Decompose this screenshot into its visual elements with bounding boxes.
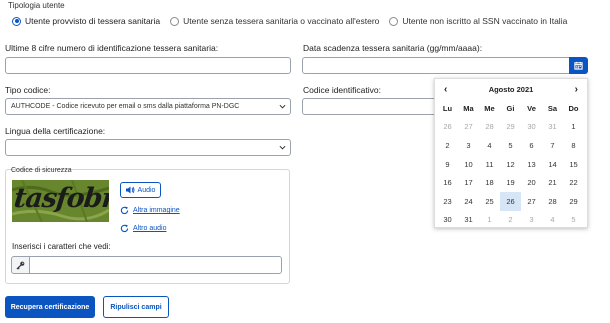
codice-identificativo-input[interactable]	[302, 98, 437, 115]
calendar-day[interactable]: 16	[437, 173, 458, 192]
calendar-icon	[574, 61, 583, 70]
weekday-header: Ma	[463, 103, 474, 113]
calendar-day[interactable]: 14	[542, 155, 563, 174]
calendar-day[interactable]: 18	[479, 173, 500, 192]
refresh-icon	[120, 224, 129, 233]
tipologia-radio-group: Utente provvisto di tessera sanitaria Ut…	[12, 15, 577, 27]
chevron-down-icon	[279, 104, 286, 109]
calendar-day[interactable]: 26	[437, 118, 458, 137]
calendar-day[interactable]: 28	[542, 192, 563, 211]
calendar-day[interactable]: 3	[458, 136, 479, 155]
weekday-header: Do	[568, 103, 579, 113]
tipo-codice-label: Tipo codice:	[5, 85, 51, 95]
prev-month-icon[interactable]: ‹	[444, 84, 447, 95]
calendar-day[interactable]: 2	[500, 211, 521, 230]
codice-identificativo-label: Codice identificativo:	[303, 85, 381, 95]
scadenza-label: Data scadenza tessera sanitaria (gg/mm/a…	[303, 43, 483, 53]
ultime8-input[interactable]	[5, 57, 291, 74]
key-icon	[16, 261, 25, 270]
calendar-day[interactable]: 19	[500, 173, 521, 192]
weekday-header: Sa	[547, 103, 558, 113]
weekday-header: Ve	[527, 103, 536, 113]
calendar-day[interactable]: 29	[500, 118, 521, 137]
captcha-input[interactable]	[29, 256, 282, 274]
calendar-day[interactable]: 5	[563, 211, 584, 230]
captcha-title: Codice di sicurezza	[11, 167, 72, 174]
weekday-header: Gi	[506, 103, 515, 113]
calendar-day[interactable]: 28	[479, 118, 500, 137]
radio-dot[interactable]	[170, 16, 180, 26]
calendar-day[interactable]: 2	[437, 136, 458, 155]
altra-immagine-link[interactable]: Altra immagine	[120, 206, 180, 215]
radio-label: Utente senza tessera sanitaria o vaccina…	[183, 16, 380, 26]
captcha-input-label: Inserisci i caratteri che vedi:	[12, 242, 111, 251]
tipologia-legend: Tipologia utente	[8, 1, 65, 10]
captcha-image: tasfobra	[12, 180, 109, 222]
audio-button[interactable]: Audio	[120, 182, 161, 198]
calendar-day[interactable]: 17	[458, 173, 479, 192]
ripulisci-campi-button[interactable]: Ripulisci campi	[103, 296, 169, 318]
calendar-day[interactable]: 27	[521, 192, 542, 211]
calendar-day[interactable]: 1	[563, 118, 584, 137]
radio-utente-tessera[interactable]: Utente provvisto di tessera sanitaria	[12, 16, 160, 26]
datepicker-header: ‹ Agosto 2021 ›	[435, 79, 587, 99]
calendar-day[interactable]: 31	[458, 211, 479, 230]
calendar-day[interactable]: 9	[437, 155, 458, 174]
radio-label: Utente non iscritto al SSN vaccinato in …	[402, 16, 568, 26]
tipo-codice-value: AUTHCODE - Codice ricevuto per email o s…	[11, 103, 240, 110]
calendar-day[interactable]: 4	[542, 211, 563, 230]
datepicker-month-label: Agosto 2021	[488, 84, 534, 94]
calendar-day[interactable]: 11	[479, 155, 500, 174]
calendar-day[interactable]: 25	[479, 192, 500, 211]
altro-audio-link[interactable]: Altro audio	[120, 224, 166, 233]
refresh-icon	[120, 206, 129, 215]
chevron-down-icon	[279, 145, 286, 150]
calendar-day[interactable]: 22	[563, 173, 584, 192]
audio-label: Audio	[137, 186, 156, 194]
calendar-day[interactable]: 5	[500, 136, 521, 155]
calendar-day[interactable]: 27	[458, 118, 479, 137]
calendar-day[interactable]: 24	[458, 192, 479, 211]
scadenza-input[interactable]	[302, 57, 570, 74]
calendar-day[interactable]: 30	[437, 211, 458, 230]
calendar-day[interactable]: 7	[542, 136, 563, 155]
lingua-label: Lingua della certificazione:	[5, 126, 106, 136]
datepicker-grid: Lu Ma Me Gi Ve Sa Do 26 27 28 29 30 31 1 2 3 4 5 6 7 8 9 10 11 1…	[437, 99, 587, 229]
calendar-day[interactable]: 1	[479, 211, 500, 230]
key-addon	[11, 256, 29, 274]
captcha-text: tasfobra	[12, 183, 109, 214]
calendar-day[interactable]: 31	[542, 118, 563, 137]
calendar-day[interactable]: 6	[521, 136, 542, 155]
calendar-day[interactable]: 13	[521, 155, 542, 174]
altra-immagine-label: Altra immagine	[133, 207, 180, 214]
next-month-icon[interactable]: ›	[575, 84, 578, 95]
altro-audio-label: Altro audio	[133, 225, 167, 232]
calendar-day[interactable]: 21	[542, 173, 563, 192]
calendar-day[interactable]: 10	[458, 155, 479, 174]
calendar-day[interactable]: 20	[521, 173, 542, 192]
speaker-icon	[125, 186, 134, 194]
tipo-codice-select[interactable]: AUTHCODE - Codice ricevuto per email o s…	[5, 98, 291, 115]
radio-utente-senza-tessera[interactable]: Utente senza tessera sanitaria o vaccina…	[170, 16, 379, 26]
calendar-day[interactable]: 23	[437, 192, 458, 211]
recupera-certificazione-button[interactable]: Recupera certificazione	[5, 296, 95, 318]
lingua-select[interactable]	[5, 139, 291, 156]
ultime8-label: Ultime 8 cifre numero di identificazione…	[5, 43, 219, 53]
weekday-header: Lu	[442, 103, 453, 113]
datepicker-popup: ‹ Agosto 2021 › Lu Ma Me Gi Ve Sa Do 26 27 28 29 30…	[434, 78, 588, 228]
calendar-button[interactable]	[569, 57, 588, 74]
radio-label: Utente provvisto di tessera sanitaria	[25, 16, 161, 26]
calendar-day[interactable]: 30	[521, 118, 542, 137]
calendar-day[interactable]: 8	[563, 136, 584, 155]
radio-dot[interactable]	[389, 16, 399, 26]
calendar-day[interactable]: 4	[479, 136, 500, 155]
weekday-header: Me	[484, 103, 495, 113]
calendar-day[interactable]: 3	[521, 211, 542, 230]
calendar-day[interactable]: 12	[500, 155, 521, 174]
radio-utente-non-iscritto[interactable]: Utente non iscritto al SSN vaccinato in …	[389, 16, 567, 26]
calendar-day[interactable]: 15	[563, 155, 584, 174]
radio-dot-selected[interactable]	[12, 16, 21, 26]
calendar-day[interactable]: 29	[563, 192, 584, 211]
calendar-day-today[interactable]: 26	[500, 191, 521, 211]
